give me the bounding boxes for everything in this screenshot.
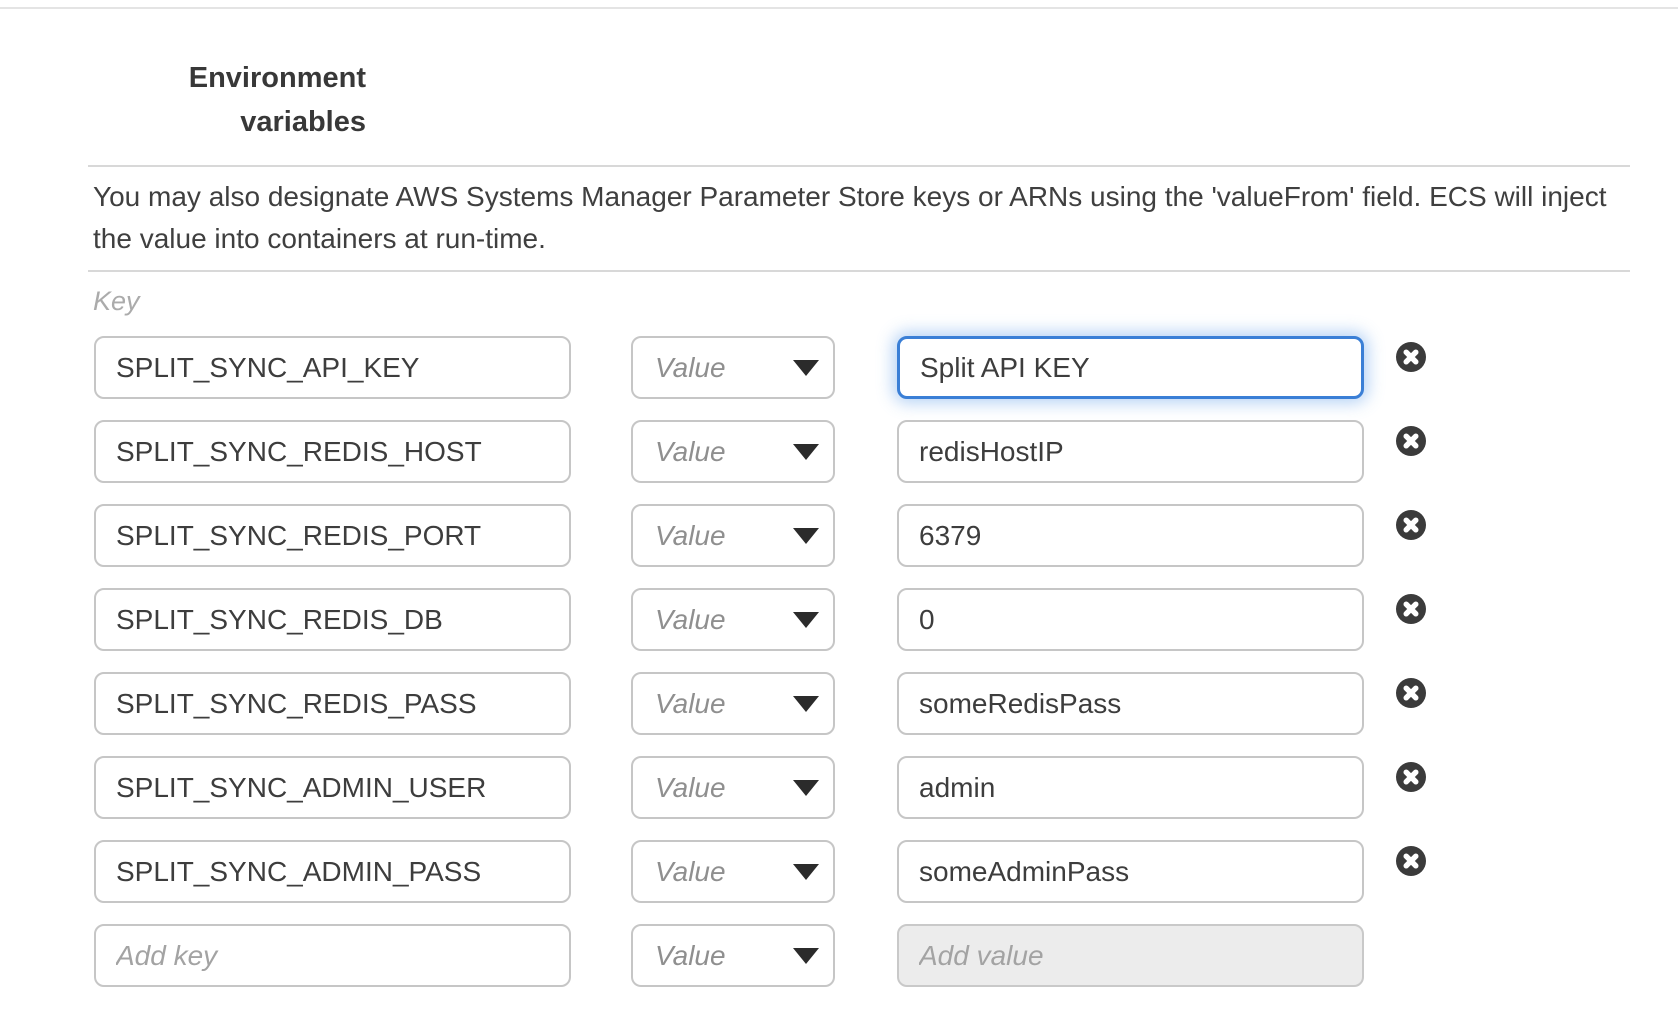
value-type-selected-option: Value <box>655 352 726 384</box>
remove-row-button[interactable] <box>1396 678 1426 708</box>
env-var-row: Value <box>0 504 1678 567</box>
env-var-row: Value <box>0 588 1678 651</box>
remove-row-button[interactable] <box>1396 510 1426 540</box>
remove-row-button[interactable] <box>1396 342 1426 372</box>
environment-variables-form: Environment variables You may also desig… <box>0 0 1678 1018</box>
caret-down-icon <box>793 528 819 544</box>
value-type-selected-option: Value <box>655 604 726 636</box>
value-type-select[interactable]: Value <box>631 756 835 819</box>
env-value-input[interactable] <box>897 504 1364 567</box>
caret-down-icon <box>793 360 819 376</box>
divider-below-description <box>88 270 1630 272</box>
x-circle-icon <box>1396 846 1426 876</box>
value-type-select[interactable]: Value <box>631 420 835 483</box>
env-value-input[interactable] <box>897 672 1364 735</box>
env-key-input[interactable] <box>94 504 571 567</box>
caret-down-icon <box>793 864 819 880</box>
remove-row-button[interactable] <box>1396 762 1426 792</box>
caret-down-icon <box>793 948 819 964</box>
caret-down-icon <box>793 444 819 460</box>
value-type-selected-option: Value <box>655 940 726 972</box>
value-type-selected-option: Value <box>655 688 726 720</box>
remove-row-button[interactable] <box>1396 594 1426 624</box>
env-var-add-row: Value <box>0 924 1678 987</box>
key-column-label: Key <box>93 286 140 316</box>
env-value-input[interactable] <box>897 420 1364 483</box>
top-divider <box>0 7 1678 9</box>
x-circle-icon <box>1396 762 1426 792</box>
env-key-input[interactable] <box>94 756 571 819</box>
x-circle-icon <box>1396 510 1426 540</box>
caret-down-icon <box>793 780 819 796</box>
env-key-input[interactable] <box>94 840 571 903</box>
env-var-row: Value <box>0 336 1678 399</box>
env-var-row: Value <box>0 840 1678 903</box>
env-key-input[interactable] <box>94 672 571 735</box>
env-key-input[interactable] <box>94 924 571 987</box>
env-var-row: Value <box>0 672 1678 735</box>
env-value-input[interactable] <box>897 336 1364 399</box>
env-value-input[interactable] <box>897 756 1364 819</box>
x-circle-icon <box>1396 678 1426 708</box>
env-key-input[interactable] <box>94 420 571 483</box>
value-type-selected-option: Value <box>655 520 726 552</box>
value-type-select[interactable]: Value <box>631 504 835 567</box>
caret-down-icon <box>793 612 819 628</box>
description-text: You may also designate AWS Systems Manag… <box>93 176 1635 260</box>
env-key-input[interactable] <box>94 588 571 651</box>
env-var-row: Value <box>0 756 1678 819</box>
section-label-environment-variables: Environment variables <box>156 56 366 144</box>
value-type-selected-option: Value <box>655 856 726 888</box>
env-key-input[interactable] <box>94 336 571 399</box>
env-var-rows: Value Value Value <box>0 336 1678 1016</box>
caret-down-icon <box>793 696 819 712</box>
env-value-input[interactable] <box>897 840 1364 903</box>
value-type-select[interactable]: Value <box>631 336 835 399</box>
value-type-select[interactable]: Value <box>631 588 835 651</box>
value-type-selected-option: Value <box>655 772 726 804</box>
env-value-input[interactable] <box>897 588 1364 651</box>
env-value-input[interactable] <box>897 924 1364 987</box>
env-var-row: Value <box>0 420 1678 483</box>
remove-row-button[interactable] <box>1396 426 1426 456</box>
divider-above-description <box>88 165 1630 167</box>
x-circle-icon <box>1396 342 1426 372</box>
x-circle-icon <box>1396 594 1426 624</box>
value-type-select[interactable]: Value <box>631 924 835 987</box>
value-type-select[interactable]: Value <box>631 672 835 735</box>
value-type-select[interactable]: Value <box>631 840 835 903</box>
remove-row-button[interactable] <box>1396 846 1426 876</box>
x-circle-icon <box>1396 426 1426 456</box>
value-type-selected-option: Value <box>655 436 726 468</box>
